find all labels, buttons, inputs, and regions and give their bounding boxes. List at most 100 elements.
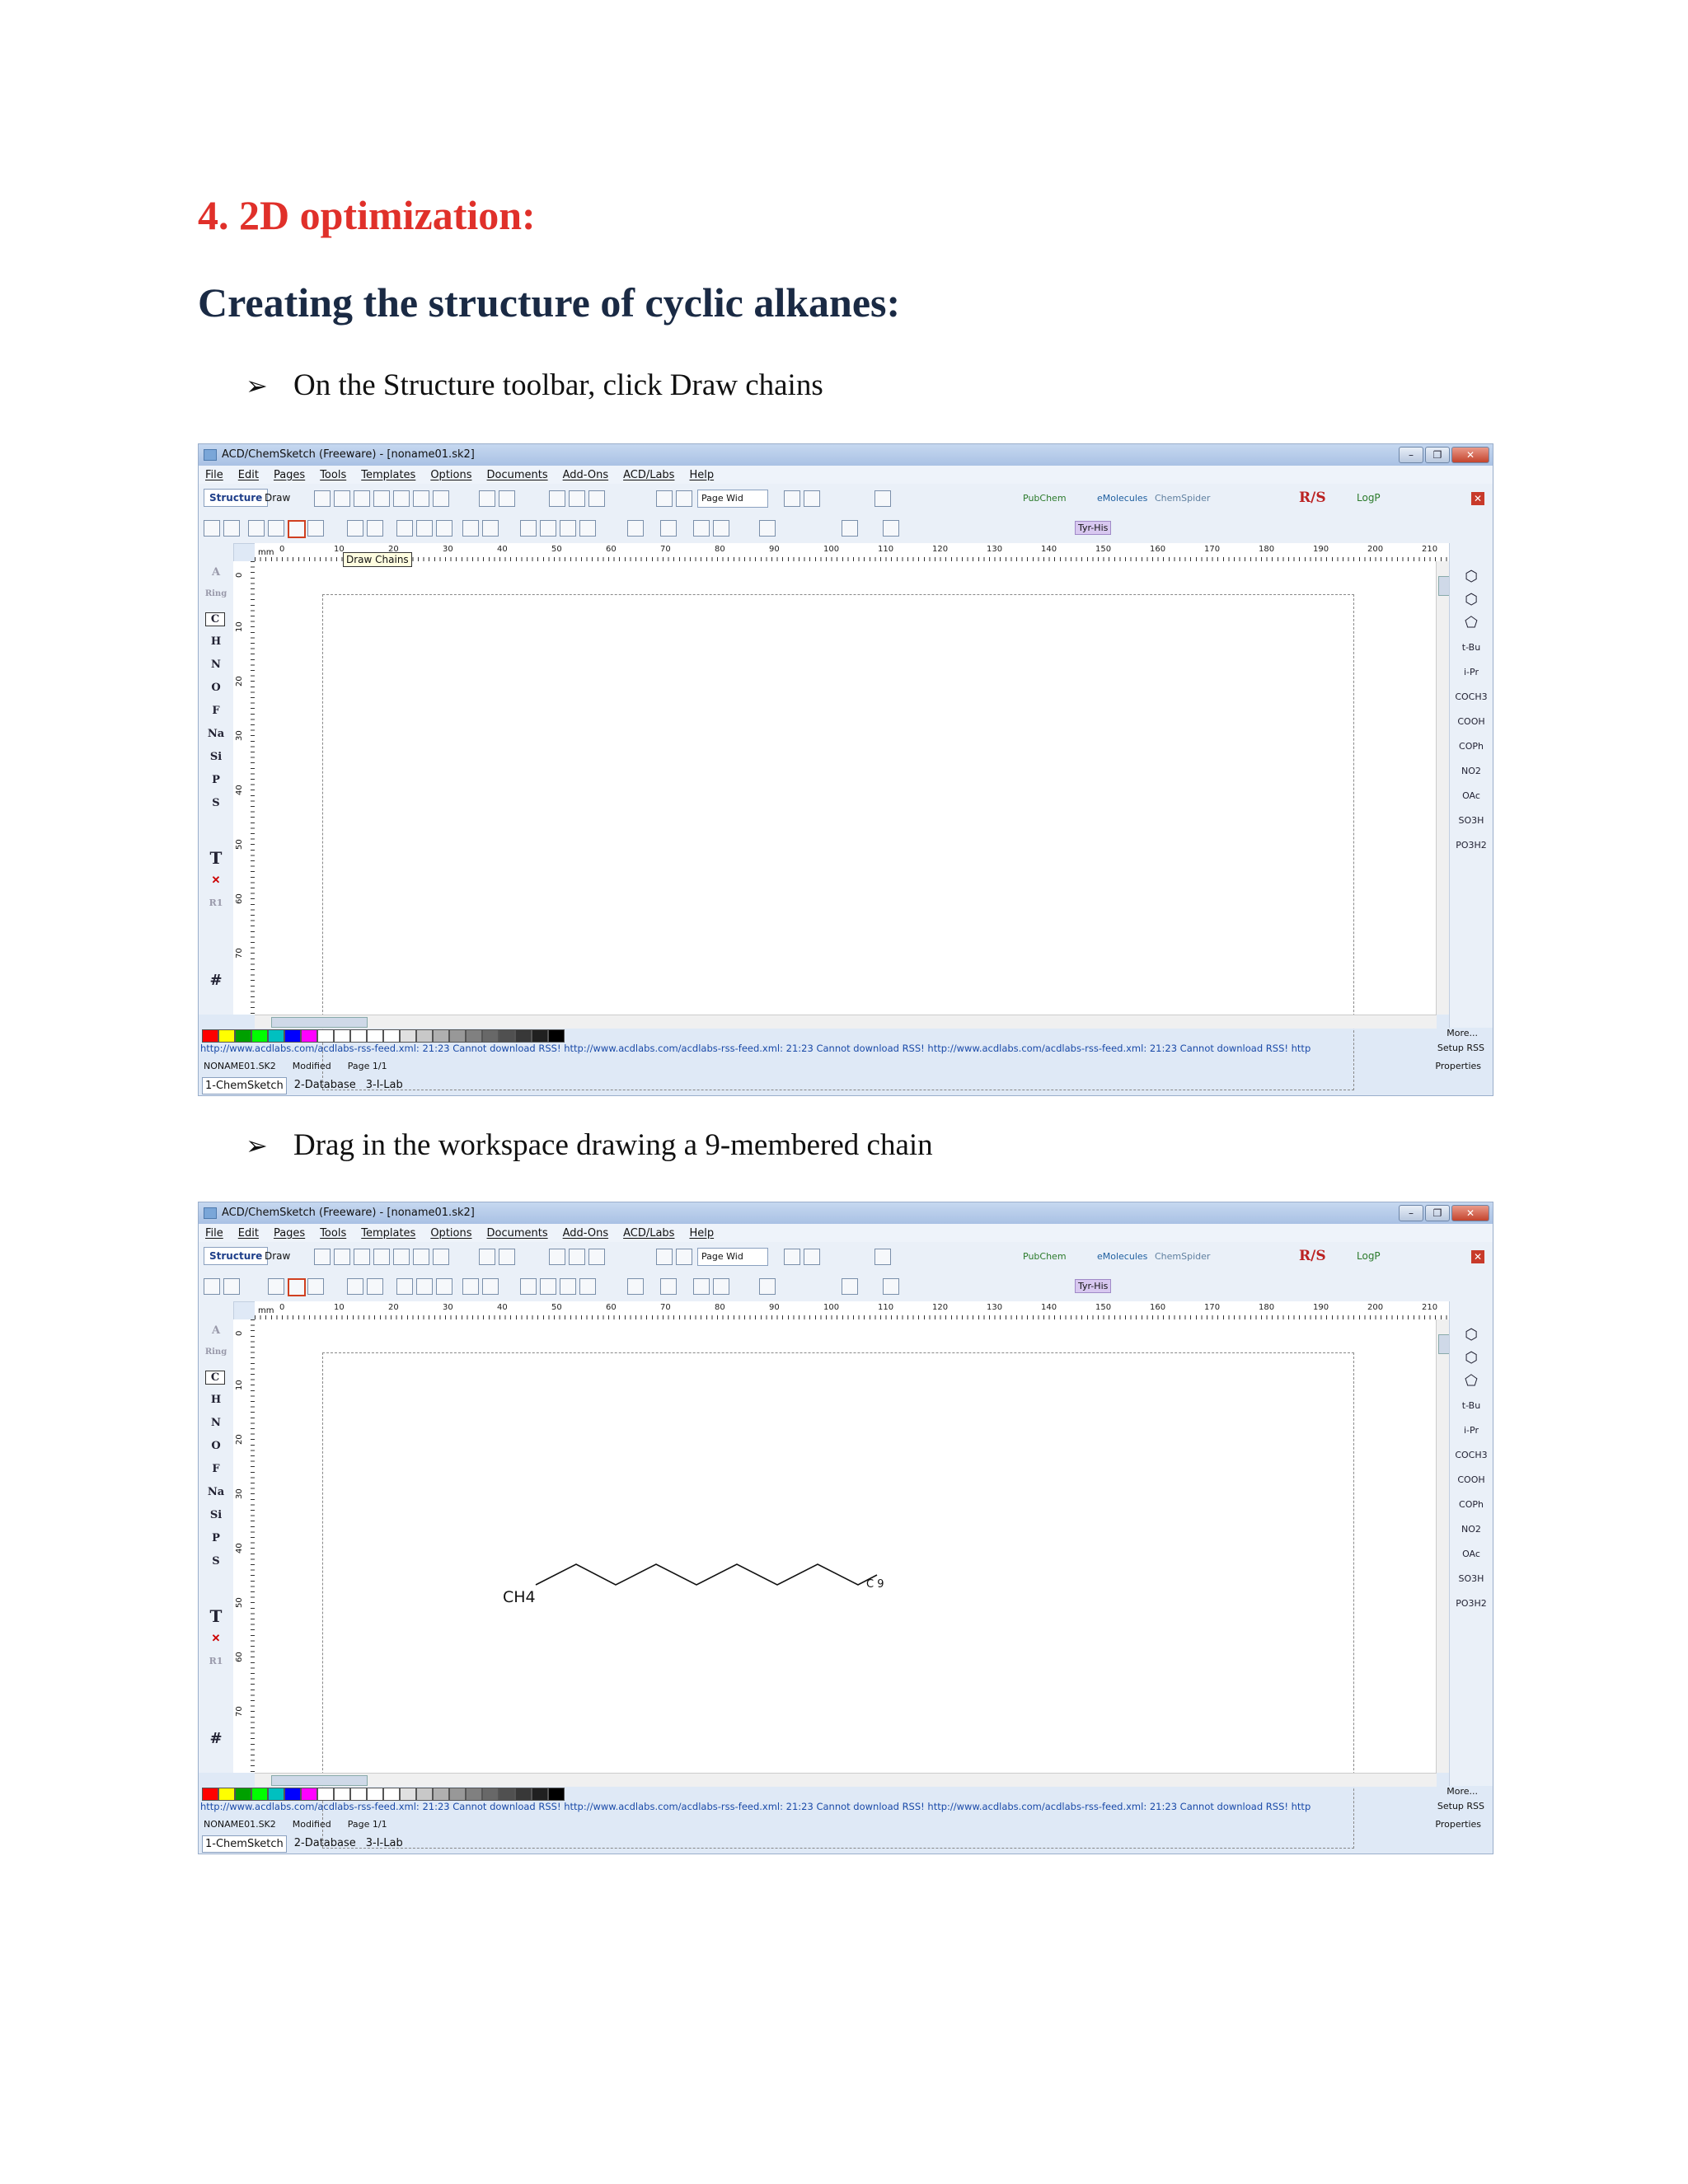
3d-viewer-icon[interactable] [784,490,800,507]
clean-structure-icon[interactable] [660,520,677,537]
emolecules-link[interactable]: eMolecules [1097,1251,1147,1262]
color-swatch[interactable] [367,1029,383,1043]
color-swatch[interactable] [202,1029,218,1043]
menu-options[interactable]: Options [430,1227,471,1240]
template-cooh[interactable]: COOH [1450,1474,1493,1485]
template-no2[interactable]: NO2 [1450,766,1493,776]
save-icon[interactable] [393,490,410,507]
atom-c-button[interactable]: C [205,1371,225,1385]
setup-rss-button[interactable]: Setup RSS [1437,1801,1484,1811]
atom-label-tool[interactable]: A [199,566,233,579]
draw-mode-tab[interactable]: Draw [265,1250,290,1262]
color-swatch[interactable] [383,1788,400,1801]
bracket-icon[interactable] [627,520,644,537]
plus-tool-icon[interactable] [520,520,537,537]
template-coph[interactable]: COPh [1450,741,1493,752]
zoom-select[interactable]: Page Wid [697,1248,768,1266]
chart-icon[interactable] [874,490,891,507]
3d-optimization-icon[interactable] [842,1278,858,1295]
color-swatch[interactable] [202,1788,218,1801]
atom-p-button[interactable]: P [199,774,233,786]
color-swatch[interactable] [416,1029,433,1043]
color-swatch[interactable] [532,1788,548,1801]
template-no2[interactable]: NO2 [1450,1524,1493,1535]
cyclohexane-template-icon[interactable]: ⬡ [1450,591,1493,608]
template-ipr[interactable]: i-Pr [1450,1425,1493,1436]
wavy-bond-icon[interactable] [436,520,452,537]
draw-bond-icon[interactable] [307,520,324,537]
color-swatch[interactable] [482,1788,499,1801]
properties-button[interactable]: Properties [1435,1819,1481,1830]
cut-icon[interactable] [549,490,565,507]
color-swatch[interactable] [400,1029,416,1043]
drawing-canvas[interactable] [255,561,1451,1090]
tab-ilab[interactable]: 3-I-Lab [363,1835,406,1853]
save-icon[interactable] [393,1249,410,1265]
fragment-icon[interactable] [560,1278,576,1295]
close-button[interactable]: ✕ [1451,447,1489,463]
chart-icon[interactable] [874,1249,891,1265]
draw-normal-icon[interactable] [268,1278,284,1295]
undo-icon[interactable] [479,1249,495,1265]
tyr-his-button[interactable]: Tyr-His [1075,521,1112,535]
template-oac[interactable]: OAc [1450,1549,1493,1559]
draw-normal-icon[interactable] [268,520,284,537]
paste-icon[interactable] [588,1249,605,1265]
color-swatch[interactable] [482,1029,499,1043]
query-tool-icon[interactable] [462,520,479,537]
arrow-tool-icon[interactable] [416,1278,433,1295]
atom-na-button[interactable]: Na [199,728,233,740]
zoom-tool-icon[interactable] [204,1278,220,1295]
color-swatch[interactable] [499,1029,515,1043]
color-swatch[interactable] [317,1788,334,1801]
template-coch3[interactable]: COCH3 [1450,691,1493,702]
charge-tool-icon[interactable] [482,1278,499,1295]
atom-si-button[interactable]: Si [199,751,233,763]
fragment-icon[interactable] [560,520,576,537]
draw-bond-icon[interactable] [307,1278,324,1295]
color-swatch[interactable] [383,1029,400,1043]
insert-image-icon[interactable] [804,490,820,507]
check-icon[interactable] [347,1278,363,1295]
align-icon[interactable] [759,1278,776,1295]
template-ipr[interactable]: i-Pr [1450,667,1493,677]
print-icon[interactable] [413,1249,429,1265]
horizontal-scrollbar[interactable] [255,1773,1437,1787]
charge-tool-icon[interactable] [482,520,499,537]
menu-documents[interactable]: Documents [487,469,548,481]
copy-icon[interactable] [569,490,585,507]
plus-tool-icon[interactable] [520,1278,537,1295]
number-tool[interactable]: # [199,1730,233,1747]
cyclohexane-template-icon[interactable]: ⬡ [1450,1349,1493,1366]
template-po3h2[interactable]: PO3H2 [1450,840,1493,851]
more-button[interactable]: More... [1447,1786,1478,1797]
color-swatch[interactable] [466,1788,482,1801]
open-icon[interactable] [373,490,390,507]
color-swatch[interactable] [301,1029,317,1043]
color-swatch[interactable] [449,1788,466,1801]
menu-acdlabs[interactable]: ACD/Labs [623,1227,674,1240]
atom-na-button[interactable]: Na [199,1486,233,1498]
atom-s-button[interactable]: S [199,1555,233,1568]
menu-addons[interactable]: Add-Ons [563,1227,608,1240]
color-swatch[interactable] [515,1788,532,1801]
menu-documents[interactable]: Documents [487,1227,548,1240]
color-swatch[interactable] [284,1788,301,1801]
minimize-button[interactable]: – [1399,1205,1423,1221]
undo-icon[interactable] [479,490,495,507]
insert-image-icon[interactable] [804,1249,820,1265]
template-coch3[interactable]: COCH3 [1450,1450,1493,1460]
lasso-tool-icon[interactable] [223,1278,240,1295]
color-swatch[interactable] [235,1788,251,1801]
new-page-icon[interactable] [314,1249,331,1265]
atom-n-button[interactable]: N [199,1417,233,1429]
menu-addons[interactable]: Add-Ons [563,469,608,481]
wedge-bond-icon[interactable] [367,520,383,537]
color-swatch[interactable] [268,1029,284,1043]
color-swatch[interactable] [218,1788,235,1801]
print-icon[interactable] [413,490,429,507]
horizontal-scrollbar[interactable] [255,1015,1437,1029]
copy-page-icon[interactable] [334,490,350,507]
arrow-tool-icon[interactable] [416,520,433,537]
atom-s-button[interactable]: S [199,797,233,809]
